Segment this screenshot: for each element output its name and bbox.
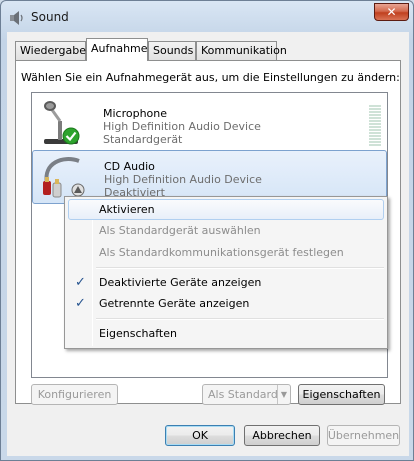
menu-separator: [96, 318, 384, 320]
instruction-text: Wählen Sie ein Aufnahmegerät aus, um die…: [21, 71, 400, 84]
tab-label: Kommunikation: [201, 44, 287, 57]
device-item-microphone[interactable]: Microphone High Definition Audio Device …: [32, 97, 387, 151]
button-label: Als Standard: [208, 388, 278, 401]
checkmark-icon: ✓: [75, 296, 86, 311]
menu-item-set-default-device[interactable]: Als Standardgerät auswählen: [68, 220, 384, 241]
menu-item-properties[interactable]: Eigenschaften: [68, 323, 384, 344]
close-button[interactable]: ✕: [374, 3, 409, 21]
speaker-icon: [10, 11, 23, 25]
menu-item-label: Als Standardkommunikationsgerät festlege…: [99, 246, 344, 259]
button-label: Abbrechen: [252, 429, 312, 442]
menu-item-label: Aktivieren: [99, 203, 155, 216]
level-meter: [369, 105, 381, 147]
menu-item-show-disabled-devices[interactable]: ✓ Deaktivierte Geräte anzeigen: [68, 272, 384, 293]
tab-sounds[interactable]: Sounds: [148, 41, 196, 60]
close-icon: ✕: [386, 5, 397, 19]
tab-label: Sounds: [153, 44, 194, 57]
disabled-badge-icon: [71, 183, 85, 197]
configure-button[interactable]: Konfigurieren: [31, 384, 118, 405]
apply-button[interactable]: Übernehmen: [327, 425, 400, 446]
window-title: Sound: [31, 10, 69, 24]
ok-button[interactable]: OK: [165, 425, 235, 446]
tab-aufnahme[interactable]: Aufnahme: [86, 38, 148, 61]
device-driver: High Definition Audio Device: [103, 120, 261, 133]
checkmark-icon: ✓: [75, 275, 86, 290]
tab-kommunikation[interactable]: Kommunikation: [196, 41, 287, 60]
device-driver: High Definition Audio Device: [104, 173, 262, 186]
menu-item-label: Eigenschaften: [99, 327, 177, 340]
menu-item-label: Getrennte Geräte anzeigen: [99, 297, 250, 310]
menu-item-label: Als Standardgerät auswählen: [99, 224, 261, 237]
tab-label: Aufnahme: [91, 42, 148, 55]
tab-wiedergabe[interactable]: Wiedergabe: [15, 41, 86, 60]
device-name: CD Audio: [104, 160, 155, 173]
checkmark-badge-icon: [62, 127, 80, 145]
device-status: Standardgerät: [103, 133, 183, 146]
button-label: OK: [192, 429, 208, 442]
button-label: Eigenschaften: [302, 388, 381, 401]
cancel-button[interactable]: Abbrechen: [244, 425, 320, 446]
button-label: Übernehmen: [327, 429, 400, 442]
chevron-down-icon[interactable]: ▼: [277, 385, 290, 404]
tab-label: Wiedergabe: [20, 44, 87, 57]
device-name: Microphone: [103, 107, 168, 120]
button-label: Konfigurieren: [37, 388, 112, 401]
set-default-split-button[interactable]: Als Standard ▼: [202, 384, 291, 405]
title-bar[interactable]: Sound ✕: [1, 1, 413, 33]
menu-separator: [96, 267, 384, 269]
menu-item-set-default-communication[interactable]: Als Standardkommunikationsgerät festlege…: [68, 242, 384, 263]
menu-item-show-disconnected-devices[interactable]: ✓ Getrennte Geräte anzeigen: [68, 293, 384, 314]
menu-item-label: Deaktivierte Geräte anzeigen: [99, 276, 262, 289]
context-menu: Aktivieren Als Standardgerät auswählen A…: [64, 196, 388, 349]
menu-item-aktivieren[interactable]: Aktivieren: [68, 199, 384, 220]
properties-button[interactable]: Eigenschaften: [298, 384, 385, 405]
